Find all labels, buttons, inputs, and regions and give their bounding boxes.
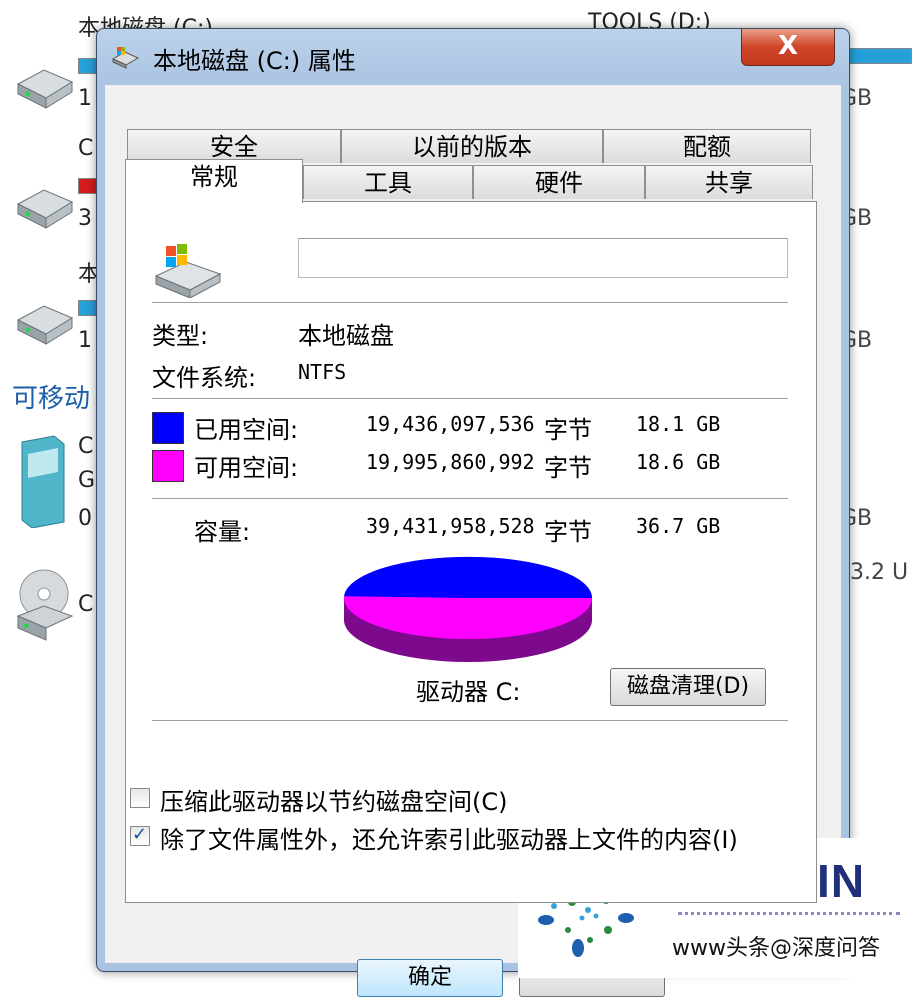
checkmark-icon: ✓: [132, 824, 148, 845]
free-space-swatch: [152, 450, 184, 482]
type-label: 类型:: [152, 322, 209, 350]
bg-removable-label-2: G: [78, 468, 96, 493]
general-tab-panel: 类型: 本地磁盘 文件系统: NTFS 已用空间: 19,436,097,536…: [125, 201, 817, 903]
hard-drive-icon: [16, 69, 74, 109]
type-value: 本地磁盘: [298, 322, 394, 350]
ok-button[interactable]: 确定: [357, 959, 503, 997]
free-space-label: 可用空间:: [194, 454, 299, 482]
bg-drive-size: 1: [78, 86, 92, 111]
bg-dvd-label[interactable]: C: [78, 592, 93, 617]
compress-drive-label: 压缩此驱动器以节约磁盘空间(C): [160, 788, 508, 816]
properties-dialog: 本地磁盘 (C:) 属性 X 安全 以前的版本 配额 常规 工具 硬件 共享 类…: [96, 28, 850, 997]
tab-quota[interactable]: 配额: [603, 129, 811, 163]
divider: [152, 498, 788, 499]
bg-tools-usage-bar: [848, 48, 912, 64]
bytes-unit: 字节: [544, 454, 592, 482]
tab-previous-versions[interactable]: 以前的版本: [341, 129, 603, 163]
tab-tools[interactable]: 工具: [303, 165, 473, 199]
bytes-unit: 字节: [544, 518, 592, 546]
disk-cleanup-button[interactable]: 磁盘清理(D): [610, 668, 766, 706]
windows-drive-icon: [154, 244, 222, 298]
tab-sharing[interactable]: 共享: [645, 165, 813, 199]
bytes-unit: 字节: [544, 416, 592, 444]
removable-drive-icon: [21, 435, 65, 528]
used-space-swatch: [152, 412, 184, 444]
capacity-bytes: 39,431,958,528: [366, 514, 535, 538]
removable-section-heading: 可移动: [12, 384, 91, 414]
title-bar[interactable]: 本地磁盘 (C:) 属性 X: [97, 29, 849, 85]
window-title: 本地磁盘 (C:) 属性: [153, 47, 356, 75]
tab-security[interactable]: 安全: [127, 129, 341, 163]
drive-letter-label: 驱动器 C:: [416, 678, 521, 706]
capacity-label: 容量:: [194, 518, 251, 546]
tab-hardware[interactable]: 硬件: [473, 165, 645, 199]
used-space-bytes: 19,436,097,536: [366, 412, 535, 436]
bg-drive-size: 1: [78, 328, 92, 353]
hard-drive-icon: [16, 189, 74, 229]
bg-drive-label[interactable]: C: [78, 136, 93, 161]
index-contents-label: 除了文件属性外，还允许索引此驱动器上文件的内容(I): [160, 826, 738, 854]
file-system-label: 文件系统:: [152, 364, 257, 392]
dialog-client-area: 安全 以前的版本 配额 常规 工具 硬件 共享 类型: 本地磁盘 文件系统: N…: [105, 85, 841, 997]
capacity-gb: 36.7 GB: [636, 514, 721, 538]
disk-usage-pie-chart: [344, 556, 593, 662]
used-space-gb: 18.1 GB: [636, 412, 721, 436]
bg-removable-size: 0: [78, 506, 92, 531]
hard-drive-icon: [16, 305, 74, 345]
file-system-value: NTFS: [298, 360, 347, 384]
used-space-label: 已用空间:: [194, 416, 299, 444]
watermark-url: www头条@深度问答: [672, 936, 880, 961]
drive-title-icon: [111, 47, 139, 69]
divider: [152, 302, 788, 303]
free-space-gb: 18.6 GB: [636, 450, 721, 474]
divider: [152, 398, 788, 399]
bg-dvd-size: 3.2 U: [850, 560, 909, 585]
close-button[interactable]: X: [741, 29, 835, 66]
volume-name-input[interactable]: [298, 238, 788, 278]
tab-general[interactable]: 常规: [125, 159, 303, 203]
free-space-bytes: 19,995,860,992: [366, 450, 535, 474]
divider: [152, 720, 788, 721]
dvd-drive-icon: [16, 569, 74, 641]
bg-drive-size: 3: [78, 206, 92, 231]
watermark-underline: [678, 912, 900, 921]
index-contents-checkbox[interactable]: ✓: [130, 824, 150, 846]
bg-removable-label[interactable]: C: [78, 434, 93, 459]
compress-drive-checkbox[interactable]: [130, 788, 150, 808]
pie-slice-used: [344, 556, 593, 598]
